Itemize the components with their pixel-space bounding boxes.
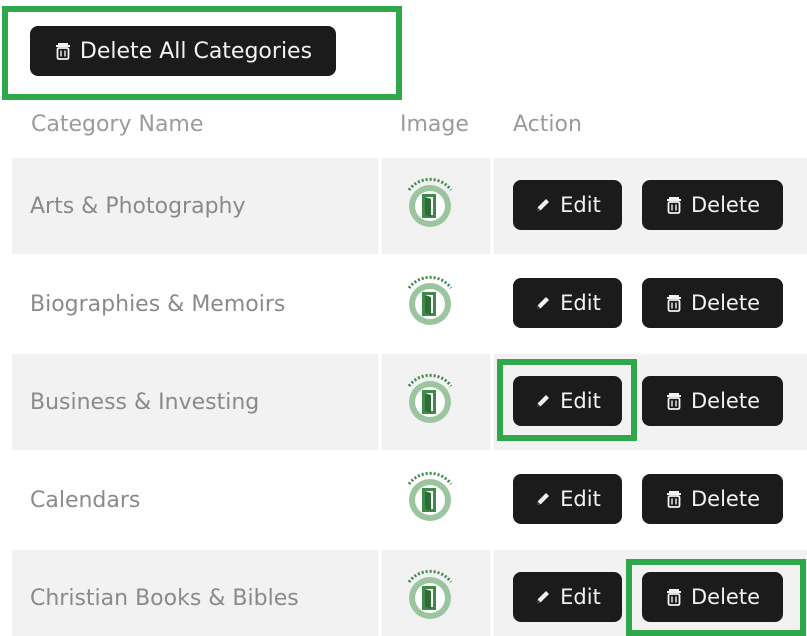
category-name-cell: Business & Investing — [12, 354, 378, 450]
delete-button[interactable]: Delete — [642, 474, 783, 524]
pencil-icon — [534, 392, 552, 410]
no-image-available-icon — [400, 370, 460, 432]
edit-button[interactable]: Edit — [513, 376, 622, 426]
delete-label: Delete — [691, 389, 760, 413]
pencil-icon — [534, 196, 552, 214]
category-name: Biographies & Memoirs — [30, 291, 286, 317]
trash-icon — [665, 588, 683, 606]
delete-button[interactable]: Delete — [642, 278, 783, 328]
pencil-icon — [534, 294, 552, 312]
category-name: Business & Investing — [30, 389, 260, 415]
trash-icon — [665, 196, 683, 214]
column-header-image: Image — [400, 112, 469, 137]
no-image-available-icon — [400, 272, 460, 334]
trash-icon — [54, 42, 72, 60]
edit-label: Edit — [560, 585, 601, 609]
edit-label: Edit — [560, 487, 601, 511]
edit-button[interactable]: Edit — [513, 278, 622, 328]
delete-label: Delete — [691, 487, 760, 511]
edit-button[interactable]: Edit — [513, 572, 622, 622]
category-name-cell: Biographies & Memoirs — [12, 256, 378, 352]
column-header-action: Action — [513, 112, 582, 137]
edit-label: Edit — [560, 389, 601, 413]
category-name-cell: Arts & Photography — [12, 158, 378, 254]
no-image-available-icon — [400, 174, 460, 236]
category-name: Calendars — [30, 487, 141, 513]
category-name-cell: Calendars — [12, 452, 378, 548]
category-manager: Delete All Categories Category Name Imag… — [0, 0, 807, 636]
edit-label: Edit — [560, 193, 601, 217]
delete-all-categories-button[interactable]: Delete All Categories — [30, 26, 336, 76]
delete-button[interactable]: Delete — [642, 180, 783, 230]
category-name: Christian Books & Bibles — [30, 585, 299, 611]
category-name-cell: Christian Books & Bibles — [12, 550, 378, 636]
edit-button[interactable]: Edit — [513, 474, 622, 524]
edit-button[interactable]: Edit — [513, 180, 622, 230]
trash-icon — [665, 392, 683, 410]
delete-label: Delete — [691, 585, 760, 609]
column-header-category-name: Category Name — [31, 112, 204, 137]
trash-icon — [665, 490, 683, 508]
no-image-available-icon — [400, 468, 460, 530]
delete-all-label: Delete All Categories — [79, 38, 313, 64]
pencil-icon — [534, 490, 552, 508]
delete-button[interactable]: Delete — [642, 572, 783, 622]
delete-button[interactable]: Delete — [642, 376, 783, 426]
category-name: Arts & Photography — [30, 193, 246, 219]
no-image-available-icon — [400, 566, 460, 628]
trash-icon — [665, 294, 683, 312]
delete-label: Delete — [691, 193, 760, 217]
pencil-icon — [534, 588, 552, 606]
edit-label: Edit — [560, 291, 601, 315]
delete-label: Delete — [691, 291, 760, 315]
